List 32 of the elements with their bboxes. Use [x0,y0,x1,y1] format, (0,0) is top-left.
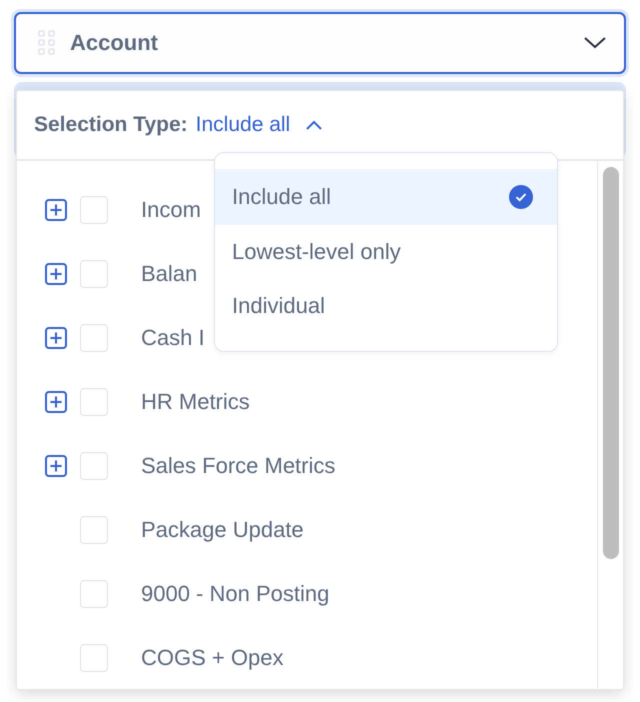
expand-icon[interactable] [45,391,67,413]
checkbox[interactable] [80,644,108,672]
checkbox[interactable] [80,196,108,224]
expand-icon[interactable] [45,327,67,349]
checkbox[interactable] [80,388,108,416]
tree-item-label[interactable]: Balan [141,261,198,287]
tree-item-label[interactable]: Incom [141,197,201,223]
menu-option[interactable]: Include all [215,169,557,225]
expand-icon[interactable] [45,455,67,477]
expand-icon[interactable] [45,263,67,285]
chevron-down-icon [584,37,606,49]
selection-type-label: Selection Type: [34,113,188,137]
tree-item-label[interactable]: HR Metrics [141,389,250,415]
account-select[interactable]: Account [14,12,626,74]
checkbox[interactable] [80,516,108,544]
check-icon [509,185,533,209]
checkbox[interactable] [80,580,108,608]
checkbox[interactable] [80,324,108,352]
tree-item-label[interactable]: COGS + Opex [141,645,284,671]
chevron-up-icon [306,120,322,130]
checkbox[interactable] [80,452,108,480]
expand-icon[interactable] [45,199,67,221]
selection-type-toggle[interactable]: Include all [196,113,322,137]
menu-option[interactable]: Individual [215,279,557,333]
drag-handle-icon[interactable] [38,30,56,56]
scrollbar-thumb[interactable] [603,167,619,559]
menu-option[interactable]: Lowest-level only [215,225,557,279]
tree-item-label[interactable]: Package Update [141,517,304,543]
tree-item-label[interactable]: 9000 - Non Posting [141,581,330,607]
tree-item-label[interactable]: Cash I [141,325,205,351]
checkbox[interactable] [80,260,108,288]
tree-item-label[interactable]: Sales Force Metrics [141,453,336,479]
